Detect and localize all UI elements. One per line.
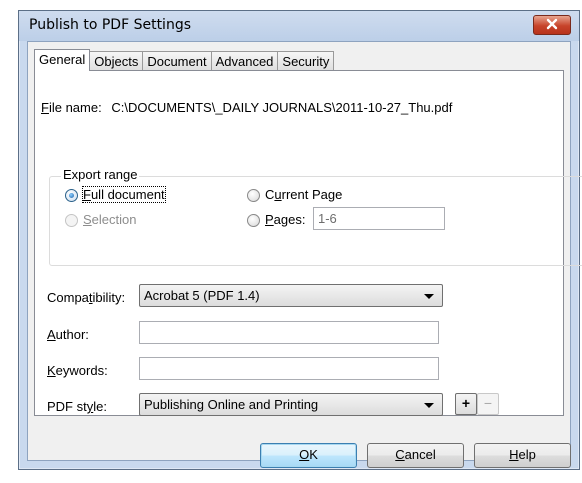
remove-pdf-style-button: − [477,393,499,415]
pdf-style-value: Publishing Online and Printing [144,397,319,412]
close-icon [546,18,558,33]
current-page-radio[interactable] [247,189,260,202]
file-name-value: C:\DOCUMENTS\_DAILY JOURNALS\2011-10-27_… [111,100,453,115]
compatibility-value: Acrobat 5 (PDF 1.4) [144,288,260,303]
keywords-input[interactable] [139,357,439,380]
file-name-label: File name: [41,100,102,115]
cancel-button[interactable]: Cancel [367,443,464,468]
selection-label: Selection [83,212,137,227]
dialog-window: Publish to PDF Settings General Objects … [18,10,582,470]
tab-general[interactable]: General [34,49,91,71]
dialog-client-area: General Objects Document Advanced Securi… [27,41,582,468]
full-document-radio[interactable] [65,189,78,202]
title-bar[interactable]: Publish to PDF Settings [19,11,579,41]
tab-objects[interactable]: Objects [89,51,144,71]
help-button[interactable]: Help [474,443,571,468]
pdf-style-dropdown[interactable]: Publishing Online and Printing [139,393,443,416]
author-label: Author: [47,327,89,342]
tab-document[interactable]: Document [142,51,212,71]
close-button[interactable] [533,15,571,35]
compatibility-dropdown[interactable]: Acrobat 5 (PDF 1.4) [139,284,443,307]
current-page-label[interactable]: Current Page [265,187,342,202]
tab-security[interactable]: Security [277,51,335,71]
pdf-style-label: PDF style: [47,399,107,414]
add-pdf-style-button[interactable]: + [455,393,477,415]
export-range-legend: Export range [61,167,140,182]
chevron-down-icon [424,403,434,408]
pages-input[interactable]: 1-6 [313,207,445,230]
author-input[interactable] [139,321,439,344]
file-name-row: File name: C:\DOCUMENTS\_DAILY JOURNALS\… [41,100,452,115]
tab-advanced[interactable]: Advanced [210,51,279,71]
keywords-label: Keywords: [47,363,108,378]
compatibility-label: Compatibility: [47,290,126,305]
tab-strip: General Objects Document Advanced Securi… [34,49,335,71]
window-title: Publish to PDF Settings [29,17,192,33]
pages-radio[interactable] [247,214,260,227]
full-document-label[interactable]: Full document [82,186,166,203]
selection-radio [65,214,78,227]
general-tab-panel: File name: C:\DOCUMENTS\_DAILY JOURNALS\… [34,70,582,416]
chevron-down-icon [424,294,434,299]
pages-label[interactable]: Pages: [265,212,305,227]
ok-button[interactable]: OK [260,443,357,468]
